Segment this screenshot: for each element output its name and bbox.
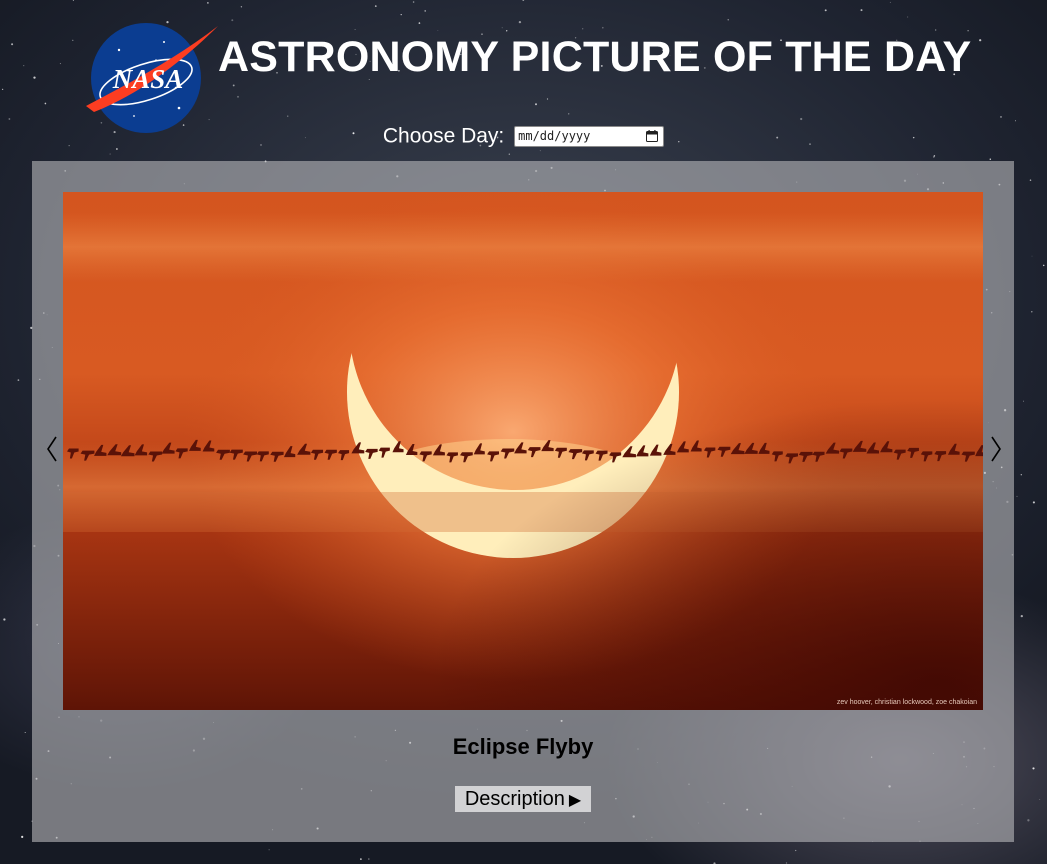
nasa-logo-text: NASA <box>112 64 184 94</box>
picture-panel: zev hoover, christian lockwood, zoe chak… <box>32 161 1014 842</box>
calendar-icon[interactable] <box>646 129 659 142</box>
apod-image: zev hoover, christian lockwood, zoe chak… <box>63 192 983 710</box>
page-header: NASA ASTRONOMY PICTURE OF THE DAY Choose… <box>0 0 1047 160</box>
description-toggle-button[interactable]: Description ▶ <box>455 786 591 812</box>
triangle-right-icon: ▶ <box>568 792 582 809</box>
chevron-right-icon[interactable] <box>984 431 1008 467</box>
date-picker-label: Choose Day: <box>382 124 505 148</box>
nasa-logo: NASA <box>86 23 218 133</box>
date-picker-row: Choose Day: mm/dd/yyyy <box>0 124 1047 148</box>
date-input-placeholder: mm/dd/yyyy <box>518 128 591 143</box>
page-title: ASTRONOMY PICTURE OF THE DAY <box>218 33 972 81</box>
date-input[interactable]: mm/dd/yyyy <box>514 125 665 147</box>
image-credit: zev hoover, christian lockwood, zoe chak… <box>836 699 977 706</box>
description-button-label: Description <box>464 788 565 810</box>
image-title: Eclipse Flyby <box>452 734 594 759</box>
chevron-left-icon[interactable] <box>40 431 64 467</box>
